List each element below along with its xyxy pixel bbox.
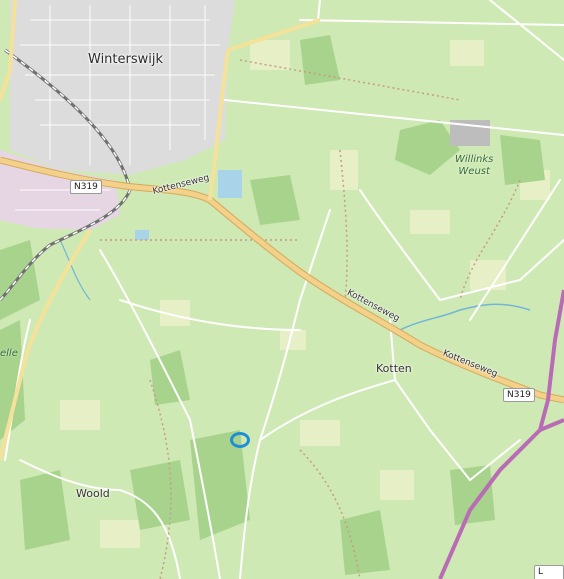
route-shield-l572: L 572 xyxy=(534,565,564,579)
place-woold: Woold xyxy=(76,487,110,500)
location-marker[interactable] xyxy=(230,432,250,448)
place-willinks-weust: Willinks Weust xyxy=(455,154,493,178)
route-shield-n319-west: N319 xyxy=(70,180,102,194)
place-winterswijk: Winterswijk xyxy=(88,52,164,67)
place-kotten: Kotten xyxy=(376,362,412,375)
willinks-label: Willinks xyxy=(455,154,494,165)
route-shield-n319-east: N319 xyxy=(503,388,535,402)
place-elle-fragment: elle xyxy=(0,348,18,359)
map-canvas[interactable]: Winterswijk Kotten Woold Willinks Weust … xyxy=(0,0,564,579)
weust-label: Weust xyxy=(458,166,490,177)
